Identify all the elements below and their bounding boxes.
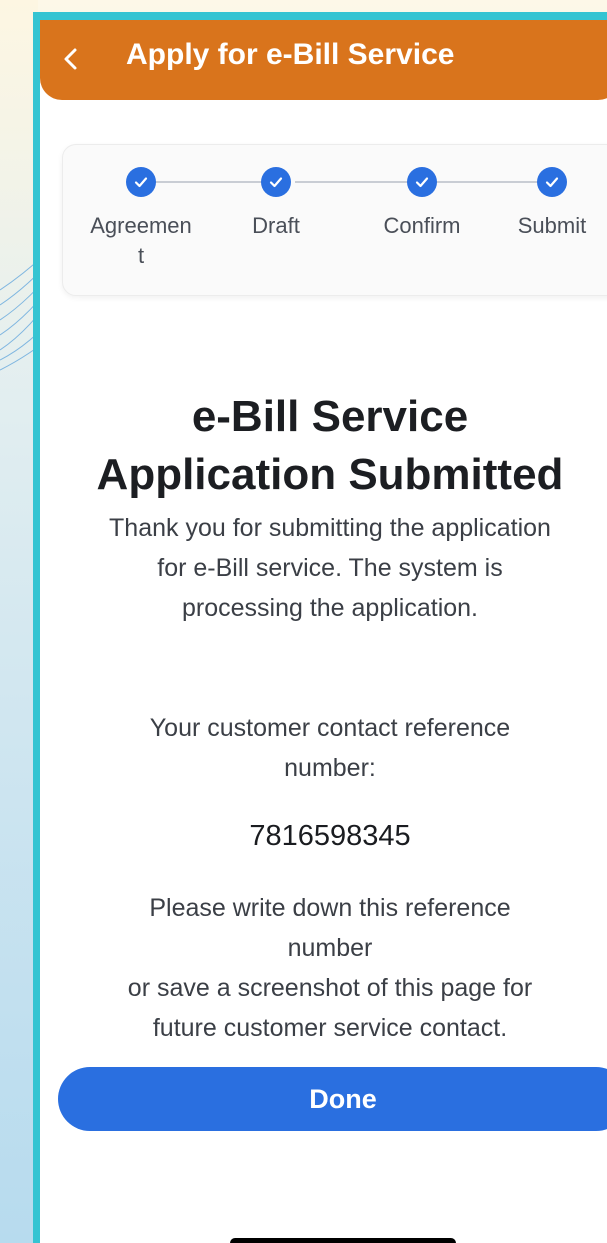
heading-line: Application Submitted — [96, 450, 564, 499]
message-line: Thank you for submitting the application — [109, 514, 551, 542]
reference-label: Your customer contact reference number: — [40, 708, 607, 788]
step-label: Confirm — [383, 213, 461, 238]
result-heading: e-Bill Service Application Submitted — [40, 388, 607, 504]
step-agreement: Agreemen t — [81, 167, 201, 271]
step-draft: Draft — [216, 167, 336, 241]
page-title: Apply for e-Bill Service — [126, 38, 455, 71]
message-line: for e-Bill service. The system is — [157, 554, 503, 582]
phone-frame: Apply for e-Bill Service Agreemen t Draf… — [33, 12, 607, 1243]
step-label: Agreemen t — [90, 213, 192, 268]
check-icon — [407, 167, 437, 197]
done-button[interactable]: Done — [58, 1067, 607, 1131]
reference-number: 7816598345 — [249, 820, 411, 852]
step-label: Draft — [252, 213, 300, 238]
message-line: number: — [284, 754, 376, 782]
message-line: future customer service contact. — [152, 1014, 508, 1042]
check-icon — [126, 167, 156, 197]
chevron-left-icon[interactable] — [58, 44, 84, 74]
progress-stepper: Agreemen t Draft Confirm Submit — [62, 144, 607, 296]
step-label: Submit — [517, 213, 587, 238]
message-line: Please write down this reference — [149, 894, 511, 922]
app-header: Apply for e-Bill Service — [40, 20, 607, 100]
app-screen: Apply for e-Bill Service Agreemen t Draf… — [40, 20, 607, 1243]
step-confirm: Confirm — [362, 167, 482, 241]
heading-line: e-Bill Service — [191, 392, 469, 441]
thanks-message: Thank you for submitting the application… — [40, 508, 607, 628]
message-line: processing the application. — [181, 594, 479, 622]
check-icon — [261, 167, 291, 197]
message-line: or save a screenshot of this page for — [127, 974, 533, 1002]
message-line: number — [287, 934, 373, 962]
message-line: Your customer contact reference — [149, 714, 511, 742]
save-note: Please write down this reference number … — [40, 888, 607, 1048]
home-indicator[interactable] — [230, 1238, 456, 1243]
check-icon — [537, 167, 567, 197]
step-submit: Submit — [492, 167, 607, 241]
